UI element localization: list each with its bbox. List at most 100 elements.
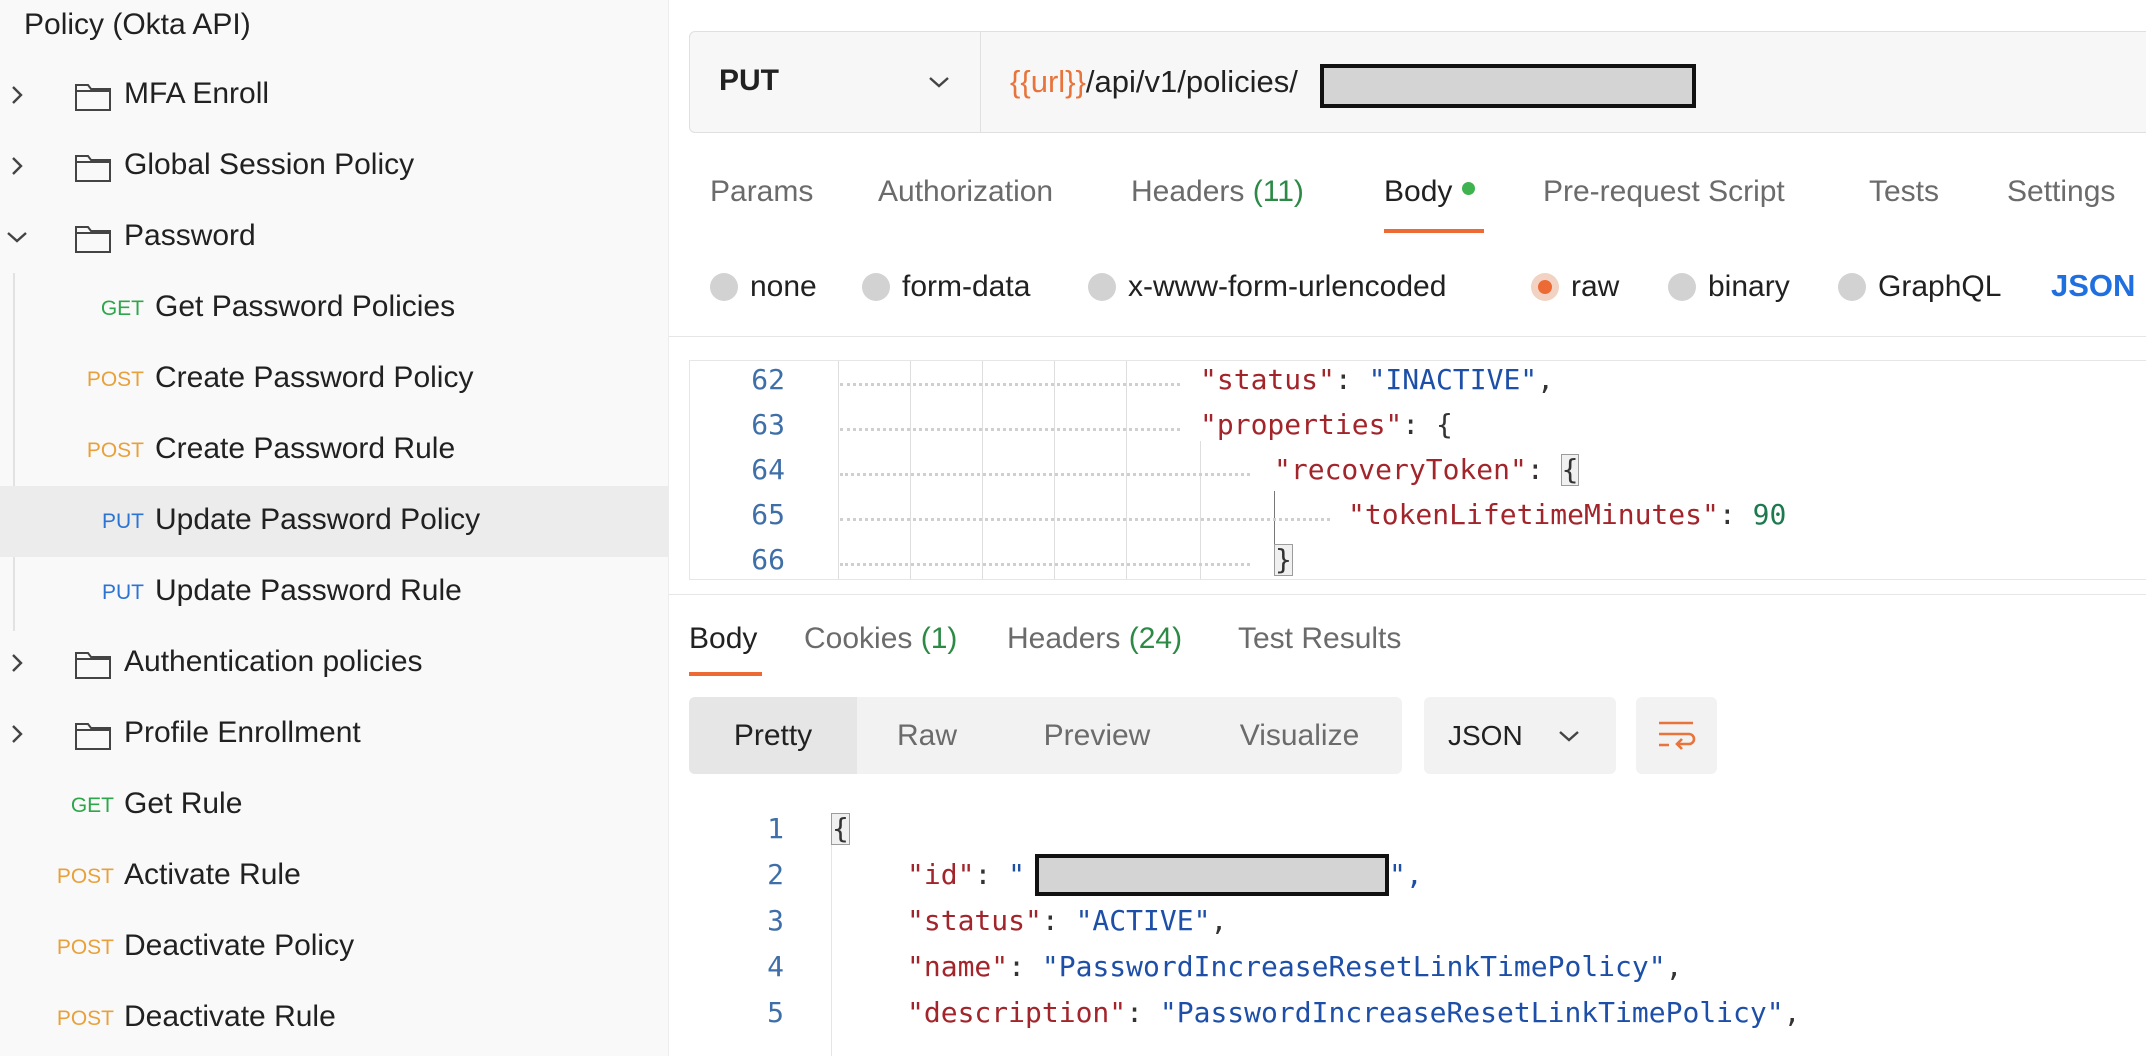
radio-circle xyxy=(1668,273,1696,301)
chevron-right-icon[interactable] xyxy=(4,153,30,179)
method-badge: POST xyxy=(56,936,114,959)
json-key: "id" xyxy=(907,858,975,891)
request-label: Update Password Rule xyxy=(155,574,462,607)
code-line: "name": "PasswordIncreaseResetLinkTimePo… xyxy=(907,950,1682,983)
tab-authorization[interactable]: Authorization xyxy=(878,175,1053,209)
whitespace-dots xyxy=(840,518,1330,523)
tab-label: Headers xyxy=(1007,622,1121,655)
indent-guide xyxy=(831,842,832,1056)
tab-settings[interactable]: Settings xyxy=(2007,175,2115,209)
response-format-select[interactable]: JSON xyxy=(1424,697,1616,774)
method-select[interactable]: PUT xyxy=(690,32,981,132)
response-body-viewer[interactable]: 1 { 2 "id": " ", 3 "status": "ACTIVE", 4… xyxy=(689,800,2146,1056)
folder-icon xyxy=(75,155,111,182)
view-mode-selector: Pretty Raw Preview Visualize xyxy=(689,697,1402,774)
chevron-down-icon xyxy=(1559,731,1579,742)
request-create-password-policy[interactable]: POST Create Password Policy xyxy=(0,344,668,415)
json-value: } xyxy=(1274,543,1293,576)
response-tab-test-results[interactable]: Test Results xyxy=(1238,622,1401,656)
json-value: " xyxy=(1008,858,1026,891)
radio-binary[interactable]: binary xyxy=(1668,270,1790,304)
request-url-bar: PUT {{url}}/api/v1/policies/ xyxy=(689,31,2146,133)
radio-none[interactable]: none xyxy=(710,270,817,304)
code-line: { xyxy=(831,812,850,845)
json-value: "PasswordIncreaseResetLinkTimePolicy" xyxy=(1159,996,1784,1029)
code-line: "description": "PasswordIncreaseResetLin… xyxy=(907,996,1800,1029)
folder-label: Password xyxy=(124,219,256,252)
tab-label: Settings xyxy=(2007,175,2116,208)
line-number: 64 xyxy=(751,453,785,486)
response-tab-body[interactable]: Body xyxy=(689,622,757,656)
response-tab-headers[interactable]: Headers (24) xyxy=(1007,622,1182,656)
request-deactivate-policy[interactable]: POST Deactivate Policy xyxy=(0,912,668,983)
json-sep: : xyxy=(1334,363,1369,396)
tab-label: Pre-request Script xyxy=(1543,175,1785,208)
tab-label: Params xyxy=(710,175,814,208)
whitespace-dots xyxy=(840,383,1180,388)
indent-guide xyxy=(1126,361,1127,579)
whitespace-dots xyxy=(840,428,1180,433)
radio-x-www-form-urlencoded[interactable]: x-www-form-urlencoded xyxy=(1088,270,1446,304)
tab-tests[interactable]: Tests xyxy=(1869,175,1939,209)
code-line: "recoveryToken": { xyxy=(1274,453,1580,486)
tab-headers[interactable]: Headers (11) xyxy=(1131,175,1304,209)
request-update-password-policy[interactable]: PUT Update Password Policy xyxy=(0,486,668,557)
request-label: Update Password Policy xyxy=(155,503,481,536)
method-badge: GET xyxy=(100,297,144,320)
folder-mfa-enroll[interactable]: MFA Enroll xyxy=(0,60,668,131)
request-label: Create Password Rule xyxy=(155,432,456,465)
folder-authentication-policies[interactable]: Authentication policies xyxy=(0,628,668,699)
tab-label: Headers xyxy=(1131,175,1245,208)
folder-password[interactable]: Password xyxy=(0,202,668,273)
collection-title[interactable]: Policy (Okta API) xyxy=(24,8,251,42)
body-format-dropdown[interactable]: JSON xyxy=(2051,268,2135,304)
radio-form-data[interactable]: form-data xyxy=(862,270,1030,304)
tab-pre-request-script[interactable]: Pre-request Script xyxy=(1543,175,1785,209)
code-line: "tokenLifetimeMinutes": 90 xyxy=(1348,498,1786,531)
folder-profile-enrollment[interactable]: Profile Enrollment xyxy=(0,699,668,770)
whitespace-dots xyxy=(840,473,1250,478)
chevron-down-icon[interactable] xyxy=(4,224,30,250)
indent-guide xyxy=(1200,441,1201,579)
response-tab-cookies[interactable]: Cookies (1) xyxy=(804,622,957,656)
radio-circle xyxy=(862,273,890,301)
json-end: ", xyxy=(1389,858,1423,891)
view-preview[interactable]: Preview xyxy=(997,697,1197,774)
request-update-password-rule[interactable]: PUT Update Password Rule xyxy=(0,557,668,628)
request-get-password-policies[interactable]: GET Get Password Policies xyxy=(0,273,668,344)
radio-graphql[interactable]: GraphQL xyxy=(1838,270,2001,304)
request-activate-rule[interactable]: POST Activate Rule xyxy=(0,841,668,912)
method-badge: POST xyxy=(56,1007,114,1030)
json-end: , xyxy=(1665,950,1683,983)
url-input[interactable]: {{url}}/api/v1/policies/ xyxy=(1010,64,1298,100)
radio-label: binary xyxy=(1708,270,1790,303)
wrap-lines-button[interactable] xyxy=(1636,697,1717,774)
tab-params[interactable]: Params xyxy=(710,175,813,209)
view-raw[interactable]: Raw xyxy=(857,697,997,774)
tab-body[interactable]: Body xyxy=(1384,175,1476,209)
request-create-password-rule[interactable]: POST Create Password Rule xyxy=(0,415,668,486)
radio-label: raw xyxy=(1571,270,1620,303)
radio-raw[interactable]: raw xyxy=(1531,270,1619,304)
method-badge: POST xyxy=(86,439,144,462)
view-pretty[interactable]: Pretty xyxy=(689,697,857,774)
radio-label: form-data xyxy=(902,270,1031,303)
url-variable: {{url}} xyxy=(1010,64,1086,99)
view-visualize[interactable]: Visualize xyxy=(1197,697,1402,774)
folder-global-session-policy[interactable]: Global Session Policy xyxy=(0,131,668,202)
request-body-editor[interactable]: 62 "status": "INACTIVE", 63 "properties"… xyxy=(689,360,2146,580)
chevron-right-icon[interactable] xyxy=(4,82,30,108)
divider xyxy=(669,336,2146,337)
chevron-right-icon[interactable] xyxy=(4,721,30,747)
collection-sidebar: Policy (Okta API) MFA Enroll Global Sess… xyxy=(0,0,669,1056)
chevron-right-icon[interactable] xyxy=(4,650,30,676)
cookies-count: (1) xyxy=(920,622,958,655)
url-path: /api/v1/policies/ xyxy=(1085,64,1298,99)
json-value: { xyxy=(1560,453,1580,486)
request-deactivate-rule[interactable]: POST Deactivate Rule xyxy=(0,983,668,1054)
active-tab-indicator xyxy=(689,672,762,676)
json-key: "status" xyxy=(907,904,1042,937)
request-get-rule[interactable]: GET Get Rule xyxy=(0,770,668,841)
code-line: "properties": { xyxy=(1200,408,1453,441)
method-badge: GET xyxy=(70,794,114,817)
